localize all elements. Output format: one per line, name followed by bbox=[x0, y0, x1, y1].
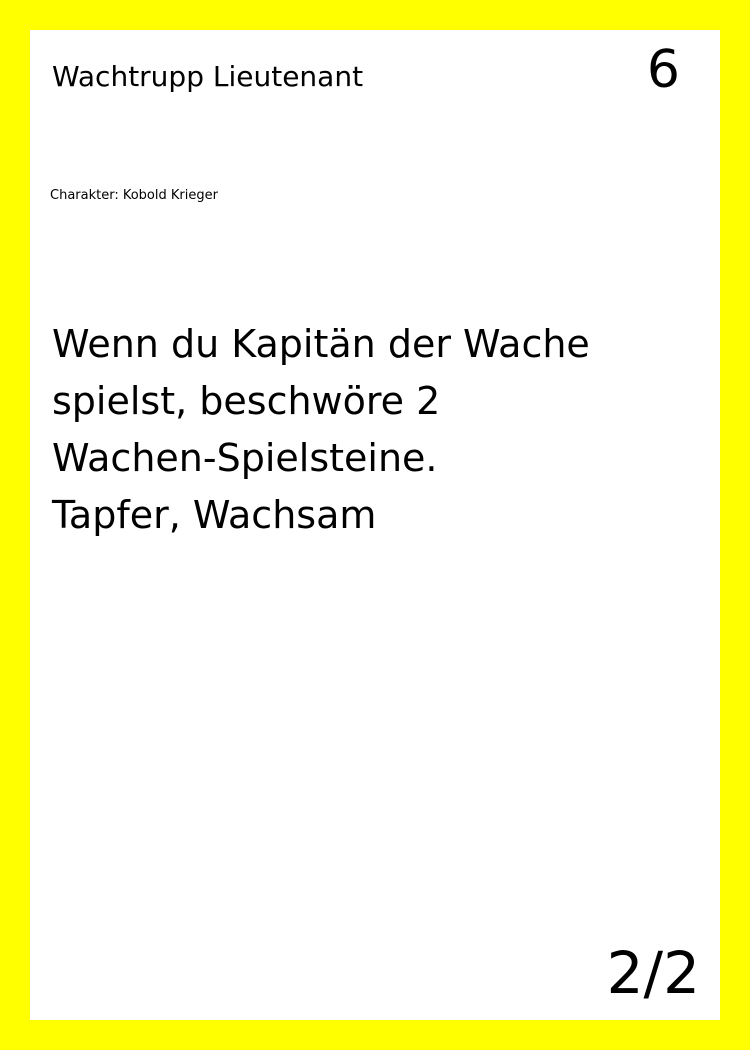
card-text-line: Wachen-Spielsteine. bbox=[52, 436, 438, 480]
card-cost: 6 bbox=[646, 40, 680, 100]
card-border: Wachtrupp Lieutenant 6 Charakter: Kobold… bbox=[0, 0, 750, 1050]
card-face: Wachtrupp Lieutenant 6 Charakter: Kobold… bbox=[30, 30, 720, 1020]
card-character: Charakter: Kobold Krieger bbox=[50, 188, 218, 203]
card-text-line: Tapfer, Wachsam bbox=[52, 493, 377, 537]
card-page-indicator: 2/2 bbox=[606, 939, 700, 1007]
card-ability-text: Wenn du Kapitän der Wache spielst, besch… bbox=[52, 316, 672, 544]
card-text-line: spielst, beschwöre 2 bbox=[52, 379, 441, 423]
card-text-line: Wenn du Kapitän der Wache bbox=[52, 322, 590, 366]
card-title: Wachtrupp Lieutenant bbox=[52, 60, 364, 93]
